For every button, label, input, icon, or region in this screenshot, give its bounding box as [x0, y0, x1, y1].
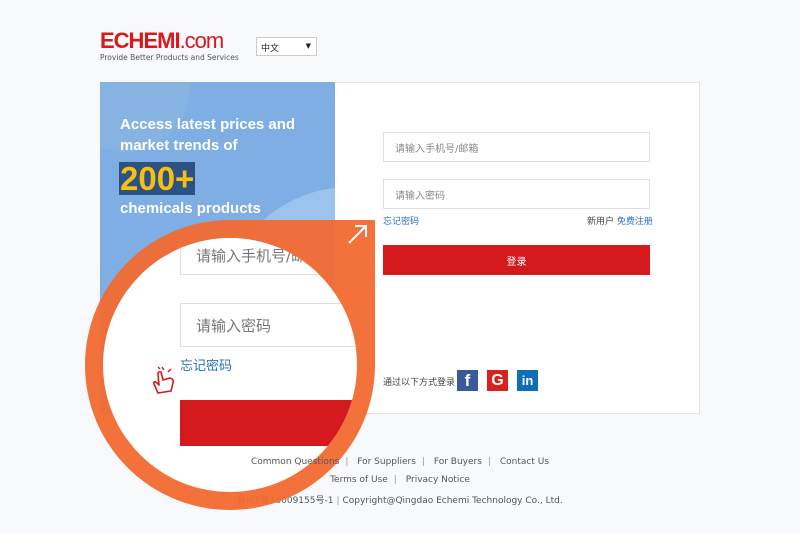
footer-link-privacy[interactable]: Privacy Notice — [406, 475, 470, 485]
footer-links-row2: Terms of Use | Privacy Notice — [330, 475, 470, 485]
linkedin-icon[interactable]: in — [517, 370, 538, 391]
new-user-label: 新用户 — [587, 217, 615, 227]
magnified-password-placeholder: 请输入密码 — [196, 316, 272, 335]
footer-link-questions[interactable]: Common Questions — [251, 457, 339, 467]
social-login-label: 通过以下方式登录 — [383, 378, 456, 388]
register-link[interactable]: 免费注册 — [617, 217, 653, 227]
magnified-login-button — [180, 400, 357, 446]
magnifier-lens: 请输入手机号/邮箱 请输入密码 忘记密码 — [103, 238, 357, 492]
footer-links-row1: Common Questions | For Suppliers | For Buy… — [250, 457, 550, 467]
logo-brand: ECHEMI — [100, 28, 181, 53]
language-select[interactable]: 中文 ▼ — [256, 37, 317, 56]
magnified-password-input: 请输入密码 — [180, 303, 357, 347]
password-input[interactable]: 请输入密码 — [383, 179, 650, 209]
footer-link-terms[interactable]: Terms of Use — [330, 475, 388, 485]
language-value: 中文 — [261, 44, 280, 54]
magnified-account-input: 请输入手机号/邮箱 — [180, 238, 357, 275]
banner-line1: Access latest prices and — [120, 116, 296, 133]
magnified-forgot-link: 忘记密码 — [180, 359, 233, 374]
account-placeholder: 请输入手机号/邮箱 — [395, 143, 479, 155]
footer-link-contact[interactable]: Contact Us — [500, 457, 549, 467]
password-placeholder: 请输入密码 — [395, 190, 445, 202]
logo[interactable]: ECHEMI.com Provide Better Products and S… — [100, 28, 239, 63]
footer-link-suppliers[interactable]: For Suppliers — [357, 457, 416, 467]
forgot-password-link[interactable]: 忘记密码 — [383, 214, 419, 227]
logo-suffix: .com — [179, 28, 225, 53]
login-button[interactable]: 登录 — [383, 245, 650, 275]
banner-line2: market trends of — [120, 137, 238, 154]
logo-tagline: Provide Better Products and Services — [100, 53, 239, 62]
account-input[interactable]: 请输入手机号/邮箱 — [383, 132, 650, 162]
hand-pointer-icon — [152, 366, 174, 394]
copyright-text: Copyright@Qingdao Echemi Technology Co.,… — [342, 496, 563, 506]
banner-highlight: 200+ — [119, 160, 196, 197]
facebook-icon[interactable]: f — [457, 370, 478, 391]
chevron-down-icon: ▼ — [305, 42, 311, 50]
google-icon[interactable]: G — [487, 370, 508, 391]
footer-copyright: 鲁ICP备16009155号-1 | Copyright@Qingdao Echem… — [237, 496, 563, 506]
footer-link-buyers[interactable]: For Buyers — [434, 457, 482, 467]
banner-line3: chemicals products — [120, 200, 261, 217]
magnified-account-placeholder: 请输入手机号/邮箱 — [196, 246, 322, 265]
